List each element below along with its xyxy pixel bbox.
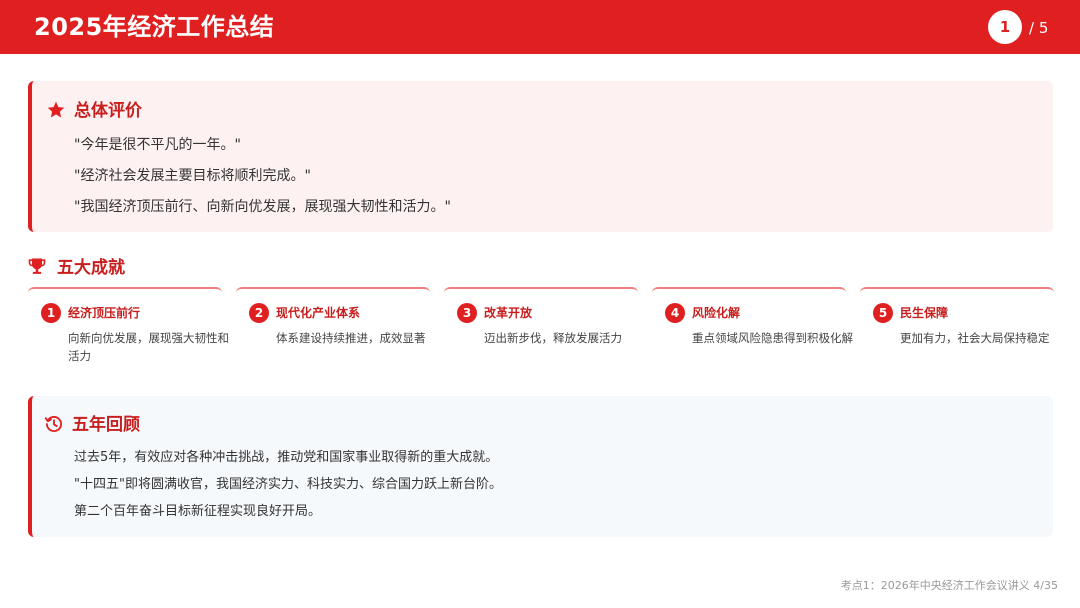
- achievements-title: 五大成就: [57, 258, 125, 278]
- achievement-description: 迈出新步伐，释放发展活力: [484, 331, 622, 345]
- overall-evaluation-card: 总体评价 "今年是很不平凡的一年。" "经济社会发展主要目标将顺利完成。" "我…: [28, 81, 1053, 232]
- five-year-review-title: 五年回顾: [72, 415, 140, 435]
- five-year-review-card: 五年回顾 过去5年，有效应对各种冲击挑战，推动党和国家事业取得新的重大成就。 "…: [28, 396, 1053, 537]
- achievement-title: 经济顶压前行: [68, 306, 141, 320]
- achievement-description: 更加有力，社会大局保持稳定: [900, 331, 1050, 345]
- achievement-number-badge: 2: [249, 303, 269, 323]
- star-icon: [47, 101, 65, 118]
- achievement-description: 重点领域风险隐患得到积极化解: [692, 331, 853, 345]
- current-page-indicator: 1: [988, 10, 1022, 44]
- achievement-card-3: 3 改革开放 迈出新步伐，释放发展活力: [444, 287, 638, 367]
- overall-evaluation-title: 总体评价: [74, 101, 142, 121]
- achievement-title: 改革开放: [484, 306, 533, 320]
- quote-1: "今年是很不平凡的一年。": [74, 137, 241, 153]
- achievement-card-5: 5 民生保障 更加有力，社会大局保持稳定: [860, 287, 1054, 367]
- review-line-3: 第二个百年奋斗目标新征程实现良好开局。: [74, 504, 322, 519]
- quote-3: "我国经济顶压前行、向新向优发展，展现强大韧性和活力。": [74, 199, 451, 215]
- achievement-description: 体系建设持续推进，成效显著: [276, 331, 426, 345]
- trophy-icon: [28, 258, 46, 274]
- achievement-title: 风险化解: [692, 306, 741, 320]
- achievement-card-4: 4 风险化解 重点领域风险隐患得到积极化解: [652, 287, 853, 367]
- footer-caption: 考点1：2026年中央经济工作会议讲义 4/35: [840, 579, 1058, 592]
- achievement-number-badge: 1: [41, 303, 61, 323]
- achievement-card-1: 1 经济顶压前行 向新向优发展，展现强大韧性和活力: [28, 287, 229, 367]
- achievement-title: 现代化产业体系: [276, 306, 361, 320]
- achievement-card-2: 2 现代化产业体系 体系建设持续推进，成效显著: [236, 287, 430, 367]
- page-total: / 5: [1029, 19, 1049, 37]
- achievement-title: 民生保障: [900, 306, 949, 320]
- review-line-2: "十四五"即将圆满收官，我国经济实力、科技实力、综合国力跃上新台阶。: [74, 477, 502, 492]
- achievement-description: 向新向优发展，展现强大韧性和活力: [68, 331, 229, 363]
- page-title: 2025年经济工作总结: [34, 13, 275, 41]
- achievement-number-badge: 4: [665, 303, 685, 323]
- achievement-number-badge: 5: [873, 303, 893, 323]
- history-icon: [44, 416, 62, 432]
- quote-2: "经济社会发展主要目标将顺利完成。": [74, 168, 311, 184]
- review-line-1: 过去5年，有效应对各种冲击挑战，推动党和国家事业取得新的重大成就。: [74, 450, 499, 465]
- achievement-number-badge: 3: [457, 303, 477, 323]
- header-bar: 2025年经济工作总结 1 / 5: [0, 0, 1080, 54]
